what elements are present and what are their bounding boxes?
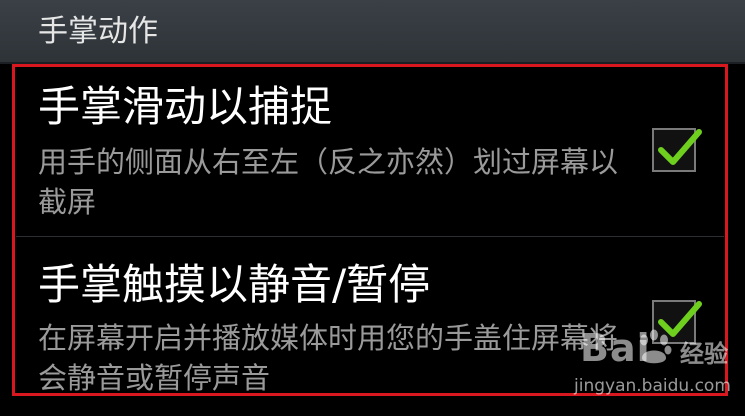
section-title: 手掌动作: [38, 14, 158, 49]
palm-touch-checkbox[interactable]: [652, 300, 702, 344]
checkmark-icon: [658, 301, 702, 337]
setting-description: 在屏幕开启并播放媒体时用您的手盖住屏幕将会静音或暂停声音: [38, 321, 619, 395]
divider: [16, 236, 724, 237]
settings-screen: 手掌动作 手掌滑动以捕捉 用手的侧面从右至左（反之亦然）划过屏幕以截屏 手掌触摸…: [0, 0, 745, 416]
palm-swipe-checkbox[interactable]: [652, 128, 702, 172]
section-header: 手掌动作: [0, 0, 745, 64]
setting-title: 手掌滑动以捕捉: [38, 82, 333, 131]
setting-item-palm-touch[interactable]: 手掌触摸以静音/暂停 在屏幕开启并播放媒体时用您的手盖住屏幕将会静音或暂停声音: [0, 238, 745, 398]
setting-title: 手掌触摸以静音/暂停: [38, 260, 431, 309]
checkmark-icon: [658, 129, 702, 165]
setting-item-palm-swipe[interactable]: 手掌滑动以捕捉 用手的侧面从右至左（反之亦然）划过屏幕以截屏: [0, 66, 745, 236]
setting-description: 用手的侧面从右至左（反之亦然）划过屏幕以截屏: [38, 145, 619, 219]
